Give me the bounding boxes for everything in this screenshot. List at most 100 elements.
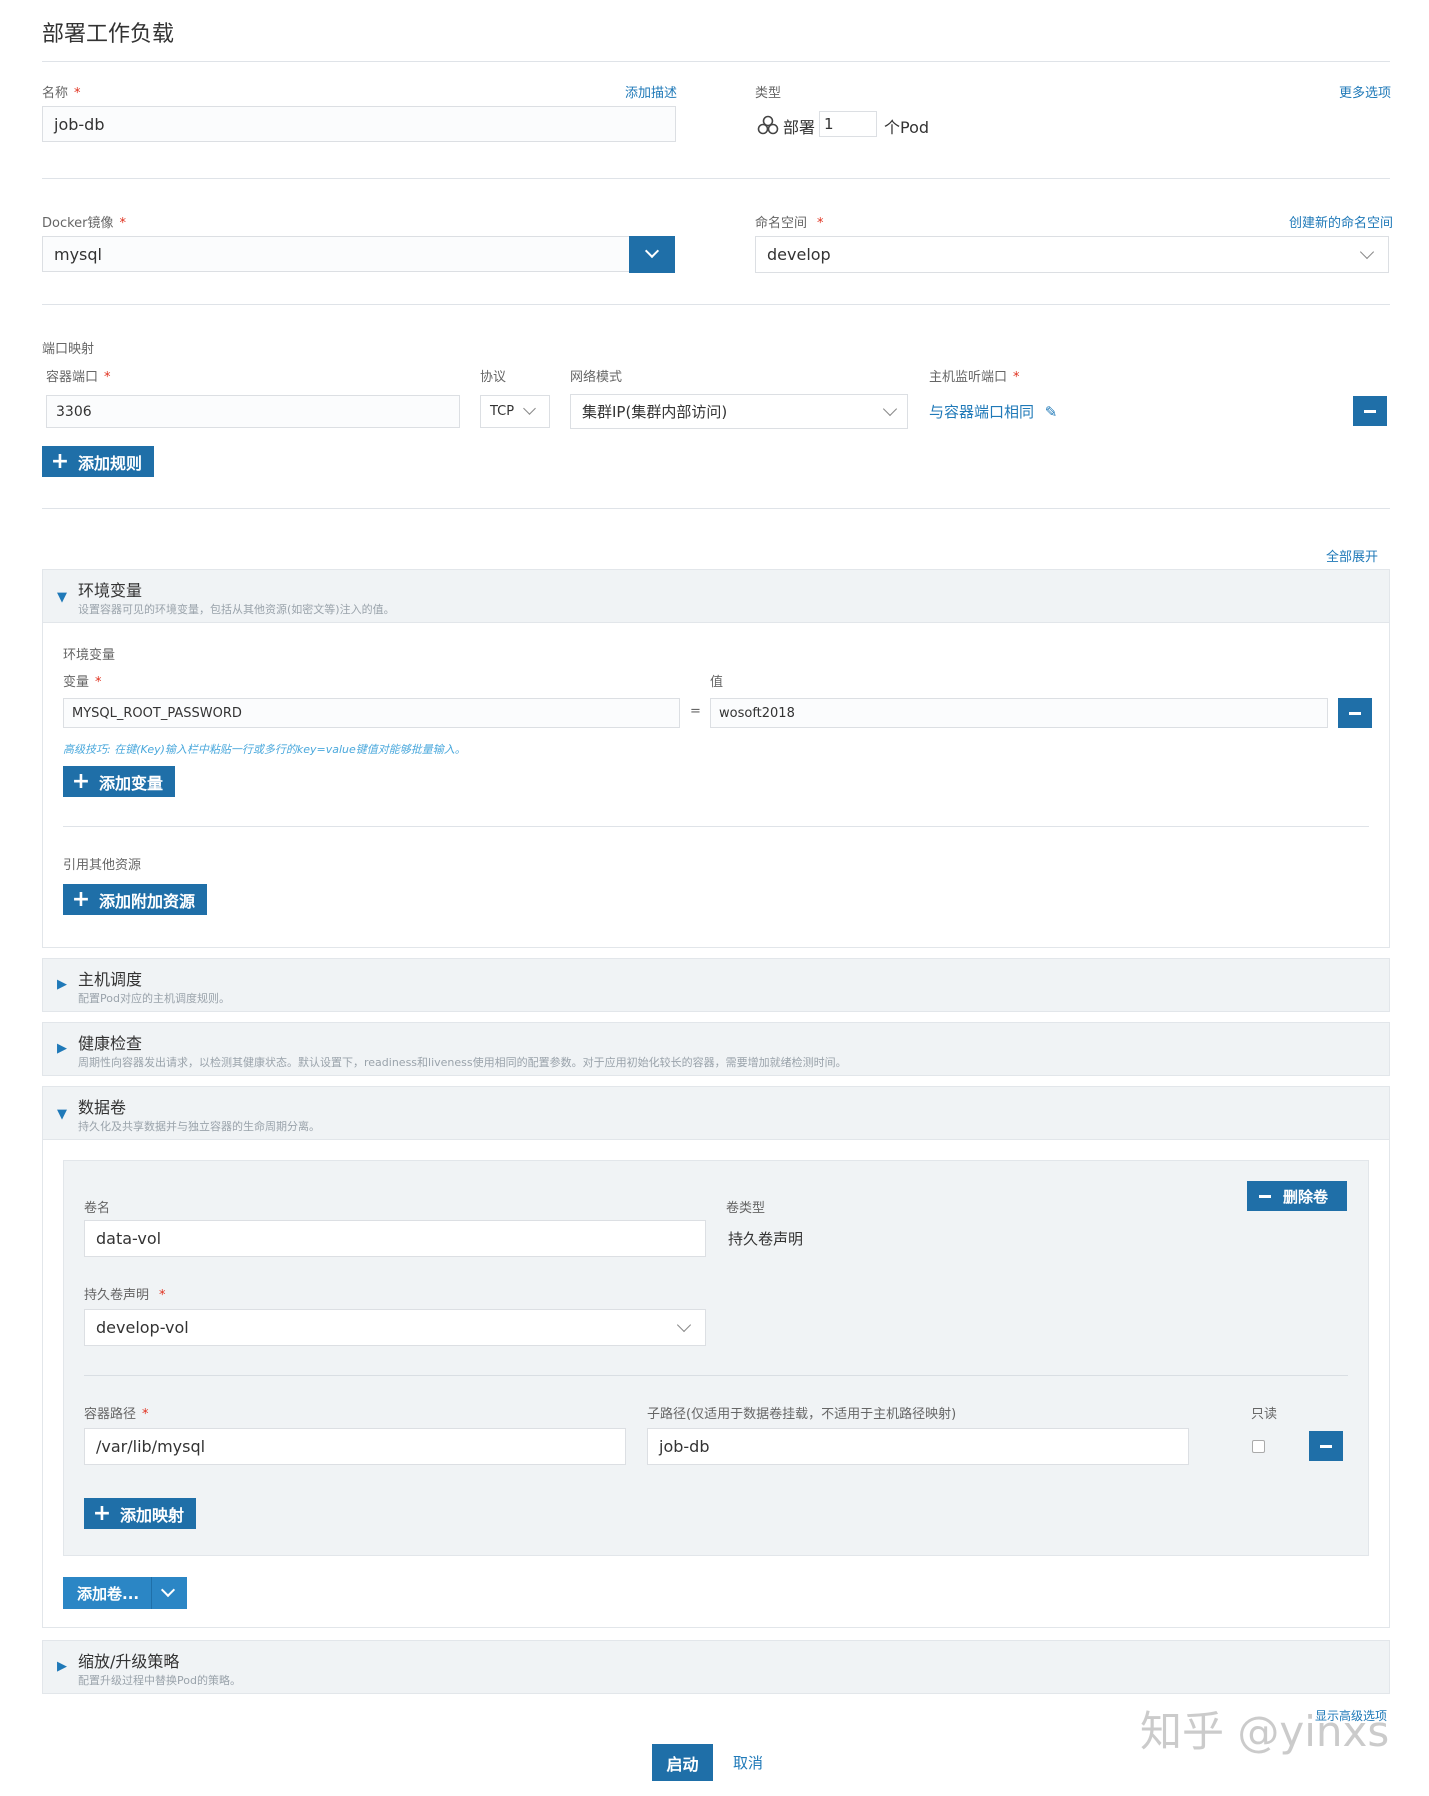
required-mark: * [95,675,102,690]
sub-path-label: 子路径(仅适用于数据卷挂载，不适用于主机路径映射) [647,1407,957,1422]
env-tip-text: 高级技巧: 在键(Key)输入栏中粘贴一行或多行的key=value键值对能够批… [63,743,466,756]
required-mark: * [142,1407,149,1422]
value-label: 值 [710,675,724,690]
divider [42,304,1390,305]
health-title: 健康检查 [78,1034,143,1053]
network-mode-value: 集群IP(集群内部访问) [582,403,728,421]
minus-icon [1364,409,1376,413]
add-resource-label: 添加附加资源 [99,891,196,911]
pencil-icon: ✎ [1044,403,1058,421]
scaling-panel-header[interactable]: ▶ 缩放/升级策略 配置升级过程中替换Pod的策略。 [42,1640,1390,1694]
pod-count-input[interactable]: 1 [819,111,877,137]
var-label-text: 变量 [63,675,90,690]
sub-path-input[interactable]: job-db [647,1428,1189,1465]
divider [63,826,1369,827]
minus-icon [1349,711,1361,715]
more-options-link[interactable]: 更多选项 [1339,82,1391,101]
docker-image-input[interactable]: mysql [42,236,630,272]
pvc-label-text: 持久卷声明 [84,1288,150,1303]
add-resource-button[interactable]: + 添加附加资源 [63,884,208,915]
scaling-title: 缩放/升级策略 [78,1652,180,1671]
volume-card: 卷名 data-vol 卷类型 持久卷声明 删除卷 持久卷声明 * develop… [63,1160,1369,1556]
volumes-desc: 持久化及共享数据并与独立容器的生命周期分离。 [78,1120,320,1133]
minus-icon [1247,1194,1283,1198]
container-path-label-text: 容器路径 [84,1407,137,1422]
ref-resources-label: 引用其他资源 [63,858,142,873]
required-mark: * [817,216,824,231]
create-namespace-link[interactable]: 创建新的命名空间 [1289,212,1393,231]
required-mark: * [74,86,81,101]
env-panel-body: 环境变量 变量 * 值 MYSQL_ROOT_PASSWORD = wosoft2… [42,623,1390,948]
add-rule-button[interactable]: + 添加规则 [42,446,155,477]
expand-all-link[interactable]: 全部展开 [1326,546,1378,565]
volumes-panel-body: 卷名 data-vol 卷类型 持久卷声明 删除卷 持久卷声明 * develop… [42,1140,1390,1628]
name-label-text: 名称 [42,86,69,101]
add-volume-dropdown[interactable]: 添加卷... [63,1577,187,1609]
namespace-select[interactable]: develop [755,236,1389,273]
remove-port-button[interactable] [1353,396,1387,426]
divider [42,508,1390,509]
scaling-desc: 配置升级过程中替换Pod的策略。 [78,1674,241,1687]
plus-icon: + [92,1500,112,1526]
chevron-down-icon [523,402,536,415]
required-mark: * [119,216,127,231]
namespace-label: 命名空间 * [755,212,824,231]
protocol-select[interactable]: TCP [480,395,550,428]
add-description-link[interactable]: 添加描述 [625,82,677,101]
pvc-select[interactable]: develop-vol [84,1309,706,1346]
volume-type-value: 持久卷声明 [728,1230,804,1248]
delete-volume-button[interactable]: 删除卷 [1247,1181,1347,1211]
health-desc: 周期性向容器发出请求，以检测其健康状态。默认设置下，readiness和live… [78,1056,847,1069]
add-variable-button[interactable]: + 添加变量 [63,766,176,797]
docker-image-label: Docker镜像 * [42,212,126,231]
remove-mount-button[interactable] [1309,1431,1343,1461]
deployment-icon [757,114,779,136]
namespace-label-text: 命名空间 [755,216,808,231]
network-mode-label: 网络模式 [570,370,623,385]
name-input[interactable]: job-db [42,106,676,142]
triangle-down-icon: ▼ [57,590,67,605]
add-rule-label: 添加规则 [78,453,143,473]
host-port-text: 与容器端口相同 [929,403,1035,421]
env-panel-header[interactable]: ▼ 环境变量 设置容器可见的环境变量，包括从其他资源(如密文等)注入的值。 [42,569,1390,623]
host-port-same-link[interactable]: 与容器端口相同 ✎ [929,401,1057,422]
container-port-label-text: 容器端口 [46,370,99,385]
add-mount-label: 添加映射 [120,1505,185,1525]
scheduling-panel-header[interactable]: ▶ 主机调度 配置Pod对应的主机调度规则。 [42,958,1390,1012]
env-key-input[interactable]: MYSQL_ROOT_PASSWORD [63,698,680,728]
health-panel-header[interactable]: ▶ 健康检查 周期性向容器发出请求，以检测其健康状态。默认设置下，readine… [42,1022,1390,1076]
volume-name-input[interactable]: data-vol [84,1220,706,1257]
remove-env-button[interactable] [1338,698,1372,728]
volume-type-label: 卷类型 [726,1201,766,1216]
container-port-label: 容器端口 * [46,366,111,385]
env-value-input[interactable]: wosoft2018 [710,698,1328,728]
container-path-input[interactable]: /var/lib/mysql [84,1428,626,1465]
required-mark: * [159,1288,166,1303]
pod-unit-label: 个Pod [884,118,930,137]
cancel-link[interactable]: 取消 [733,1752,763,1773]
host-port-label: 主机监听端口 * [929,366,1020,385]
minus-icon [1320,1444,1332,1448]
divider [42,61,1390,62]
add-volume-label: 添加卷... [77,1584,140,1603]
volumes-panel-header[interactable]: ▼ 数据卷 持久化及共享数据并与独立容器的生命周期分离。 [42,1086,1390,1140]
image-dropdown-button[interactable] [629,236,675,273]
chevron-down-icon [676,1317,692,1333]
pvc-value: develop-vol [96,1318,189,1337]
plus-icon: + [50,448,70,474]
namespace-value: develop [767,245,831,264]
chevron-down-icon [644,243,660,259]
container-port-input[interactable]: 3306 [46,395,460,428]
volume-name-label: 卷名 [84,1201,111,1216]
var-label: 变量 * [63,671,102,690]
deploy-label: 部署 [783,118,816,137]
start-button[interactable]: 启动 [652,1744,713,1781]
readonly-checkbox[interactable] [1252,1440,1265,1453]
chevron-down-icon [152,1577,186,1609]
network-mode-select[interactable]: 集群IP(集群内部访问) [570,394,908,429]
add-mount-button[interactable]: + 添加映射 [84,1498,197,1529]
name-label: 名称 * [42,82,81,101]
equals-sign: = [690,704,701,719]
triangle-right-icon: ▶ [57,977,67,992]
page-title: 部署工作负载 [42,22,175,47]
